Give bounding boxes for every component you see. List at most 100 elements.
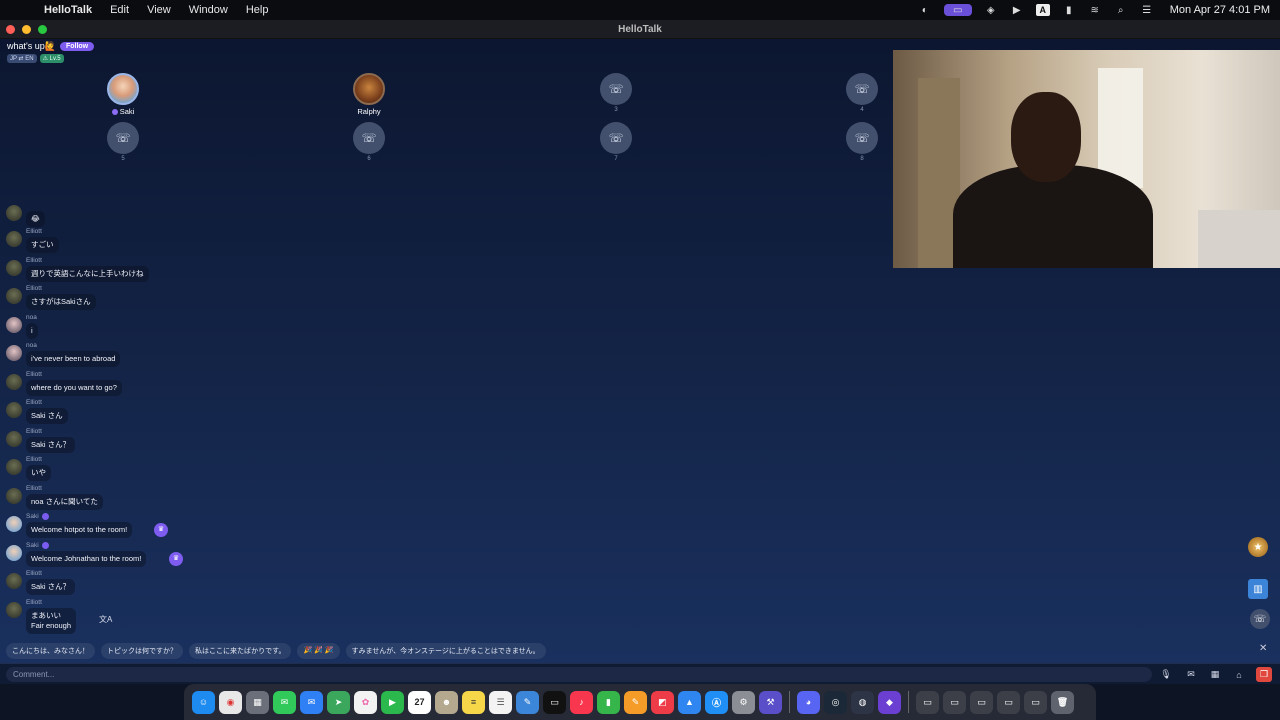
battery-icon[interactable]: ▮: [1062, 4, 1076, 16]
seat-5[interactable]: ☏ 5: [93, 122, 153, 162]
photos-icon[interactable]: ✿: [354, 690, 377, 714]
avatar[interactable]: [6, 602, 22, 618]
crown-icon[interactable]: ♛: [169, 552, 183, 566]
screen-share-icon[interactable]: ◐: [918, 4, 932, 16]
hellotalk-icon[interactable]: ◍: [851, 690, 874, 714]
seat-ralphy[interactable]: Ralphy: [339, 73, 399, 116]
avatar[interactable]: [6, 402, 22, 418]
facetime-icon[interactable]: ▶: [381, 690, 404, 714]
avatar[interactable]: [6, 545, 22, 561]
gift-icon[interactable]: ❒: [1256, 667, 1272, 682]
avatar[interactable]: [6, 431, 22, 447]
avatar[interactable]: [6, 374, 22, 390]
quick-phrase-chip[interactable]: こんにちは、みなさん！: [6, 643, 95, 659]
minimized-window-icon[interactable]: ▭: [943, 690, 966, 714]
control-center-icon[interactable]: ☰: [1140, 4, 1154, 16]
menu-edit[interactable]: Edit: [110, 4, 129, 16]
message-author[interactable]: Elliott: [26, 599, 42, 606]
phone-icon[interactable]: ☏: [1250, 609, 1270, 629]
chrome-icon[interactable]: ◉: [219, 690, 242, 714]
apps-grid-icon[interactable]: ▦: [1207, 667, 1223, 682]
message-author[interactable]: Elliott: [26, 285, 42, 292]
avatar[interactable]: [6, 205, 22, 221]
discord-icon[interactable]: ◕: [797, 690, 820, 714]
message-author[interactable]: Elliott: [26, 485, 42, 492]
avatar[interactable]: [6, 573, 22, 589]
seat-7[interactable]: ☏ 7: [586, 122, 646, 162]
message-author[interactable]: Elliott: [26, 257, 42, 264]
input-source-icon[interactable]: A: [1035, 4, 1050, 16]
contacts-icon[interactable]: ☻: [435, 690, 458, 714]
quick-phrase-chip[interactable]: すみませんが、今オンステージに上がることはできません。: [345, 643, 546, 659]
message-author[interactable]: noa: [26, 314, 37, 321]
avatar[interactable]: [6, 345, 22, 361]
message-icon[interactable]: ✉: [1183, 667, 1199, 682]
avatar[interactable]: [6, 459, 22, 475]
badge-icon[interactable]: ★: [1248, 537, 1268, 557]
message-author[interactable]: Saki: [26, 513, 39, 520]
menu-window[interactable]: Window: [189, 4, 228, 16]
quick-phrase-chip[interactable]: トピックは何ですか？: [101, 643, 183, 659]
apple-tv-icon[interactable]: ▭: [543, 690, 566, 714]
music-icon[interactable]: ♪: [570, 690, 593, 714]
video-feed[interactable]: [893, 50, 1280, 268]
menubar-clock[interactable]: Mon Apr 27 4:01 PM: [1170, 4, 1270, 16]
minimized-window-icon[interactable]: ▭: [1024, 690, 1047, 714]
avatar[interactable]: [353, 73, 385, 105]
reminders-icon[interactable]: ☰: [489, 690, 512, 714]
maps-icon[interactable]: ➤: [327, 690, 350, 714]
phone-icon[interactable]: ☏: [353, 122, 385, 154]
menu-view[interactable]: View: [147, 4, 171, 16]
browser-icon[interactable]: ◆: [878, 690, 901, 714]
pages-icon[interactable]: ✎: [624, 690, 647, 714]
message-author[interactable]: Elliott: [26, 428, 42, 435]
message-author[interactable]: Saki: [26, 542, 39, 549]
play-icon[interactable]: ▶: [1010, 4, 1024, 16]
system-settings-icon[interactable]: ⚙: [732, 690, 755, 714]
avatar[interactable]: [6, 317, 22, 333]
spotlight-search-icon[interactable]: ⌕: [1114, 4, 1128, 16]
seat-6[interactable]: ☏ 6: [339, 122, 399, 162]
close-icon[interactable]: ✕: [1259, 643, 1267, 654]
leaderboard-icon[interactable]: ▥: [1248, 579, 1268, 599]
minimized-window-icon[interactable]: ▭: [997, 690, 1020, 714]
phone-icon[interactable]: ☏: [107, 122, 139, 154]
finder-icon[interactable]: ☺: [192, 690, 215, 714]
avatar[interactable]: [6, 288, 22, 304]
calendar-icon[interactable]: 27: [408, 690, 431, 714]
translate-icon[interactable]: 文A: [99, 614, 112, 625]
message-author[interactable]: Elliott: [26, 371, 42, 378]
notes-icon[interactable]: ≡: [462, 690, 485, 714]
minimized-window-icon[interactable]: ▭: [916, 690, 939, 714]
quick-phrase-chip[interactable]: 🎉 🎉 🎉: [297, 643, 340, 659]
crown-icon[interactable]: ♛: [154, 523, 168, 537]
news-icon[interactable]: ◩: [651, 690, 674, 714]
phone-icon[interactable]: ☏: [846, 73, 878, 105]
microphone-icon[interactable]: 🎙: [1158, 667, 1174, 682]
xcode-icon[interactable]: ⚒: [759, 690, 782, 714]
avatar[interactable]: [6, 516, 22, 532]
trash-icon[interactable]: 🗑: [1051, 690, 1074, 714]
avatar[interactable]: [6, 488, 22, 504]
menu-app-name[interactable]: HelloTalk: [44, 4, 92, 16]
launchpad-icon[interactable]: ▦: [246, 690, 269, 714]
quick-phrase-chip[interactable]: 私はここに来たばかりです。: [189, 643, 292, 659]
message-author[interactable]: Elliott: [26, 399, 42, 406]
message-author[interactable]: noa: [26, 342, 37, 349]
phone-icon[interactable]: ☏: [600, 122, 632, 154]
mail-icon[interactable]: ✉: [300, 690, 323, 714]
app-store-icon[interactable]: Ⓐ: [705, 690, 728, 714]
comment-input[interactable]: [6, 667, 1152, 682]
seat-8[interactable]: ☏ 8: [832, 122, 892, 162]
seat-3[interactable]: ☏ 3: [586, 73, 646, 113]
avatar[interactable]: [107, 73, 139, 105]
minimized-window-icon[interactable]: ▭: [970, 690, 993, 714]
screen-record-icon[interactable]: ▭: [943, 4, 972, 16]
steam-icon[interactable]: ◎: [824, 690, 847, 714]
messages-icon[interactable]: ✉: [273, 690, 296, 714]
seat-4[interactable]: ☏ 4: [832, 73, 892, 113]
avatar[interactable]: [6, 231, 22, 247]
message-author[interactable]: Elliott: [26, 570, 42, 577]
vpn-icon[interactable]: ◈: [984, 4, 998, 16]
message-author[interactable]: Elliott: [26, 228, 42, 235]
